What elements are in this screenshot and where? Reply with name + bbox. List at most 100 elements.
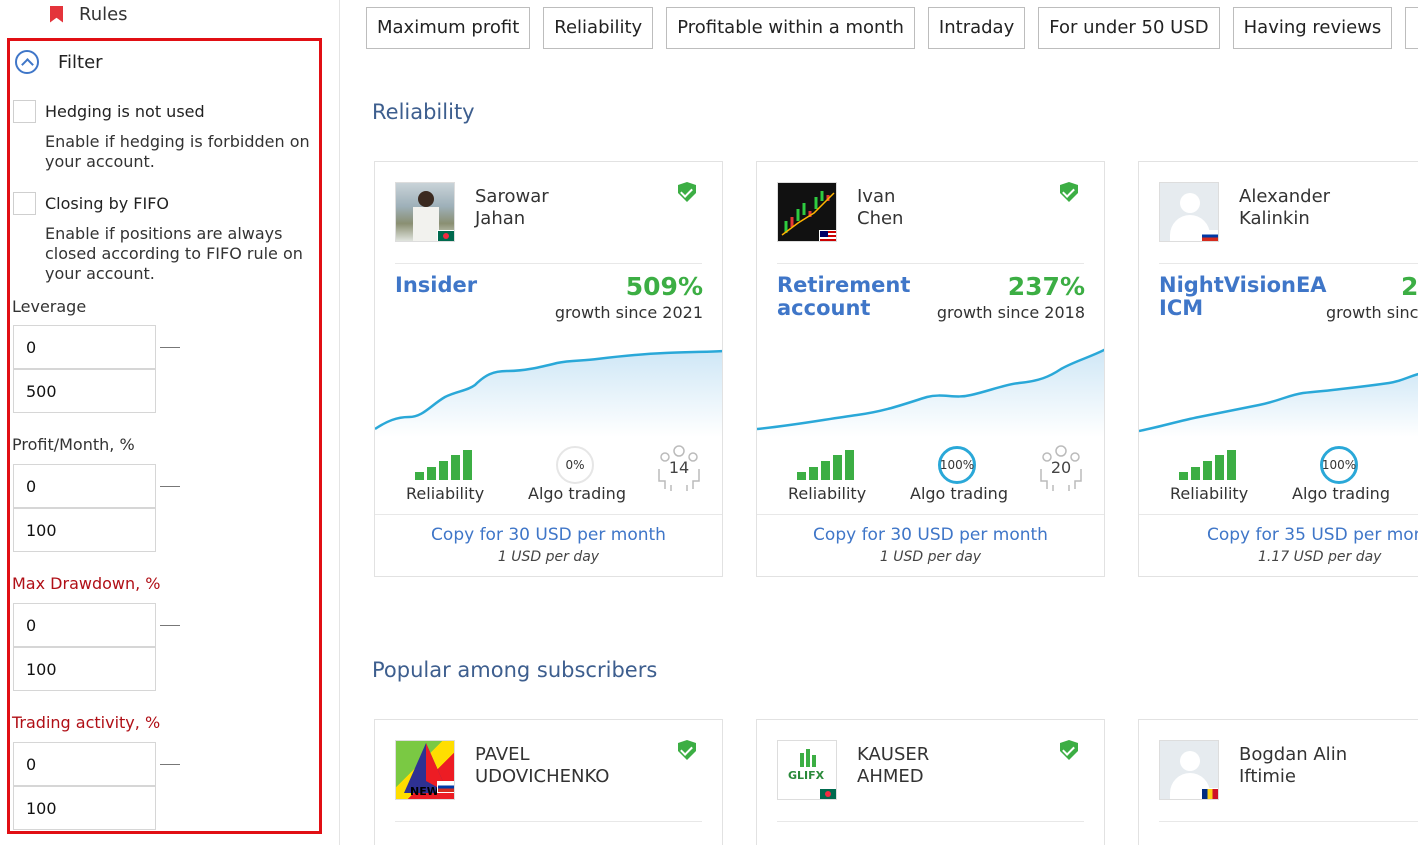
chip-truncated[interactable]: L (1405, 7, 1418, 49)
growth-value: 237% (1007, 272, 1085, 301)
divider (395, 263, 702, 264)
author-name[interactable]: Bogdan Alin Iftimie (1239, 744, 1409, 788)
chip-profitable-month[interactable]: Profitable within a month (666, 7, 915, 49)
algo-trading-label: Algo trading (1292, 484, 1390, 503)
chip-maximum-profit[interactable]: Maximum profit (366, 7, 531, 49)
per-day-price: 1 USD per day (879, 549, 982, 565)
shield-check-icon (1060, 182, 1078, 202)
author-name[interactable]: PAVEL UDOVICHENKO (475, 744, 645, 788)
per-day-price: 1 USD per day (497, 549, 600, 565)
growth-value: 2 (1401, 272, 1418, 301)
subscribers-count: 20 (1050, 458, 1072, 477)
reliability-label: Reliability (1170, 484, 1249, 503)
shield-check-icon (678, 740, 696, 760)
flag-malaysia-icon (819, 230, 836, 241)
author-name[interactable]: Sarowar Jahan (475, 186, 645, 230)
signal-card[interactable]: Bogdan Alin Iftimie (1138, 719, 1418, 845)
chevron-up-circle-icon[interactable] (15, 50, 39, 74)
algo-trading-label: Algo trading (528, 484, 626, 503)
fifo-label: Closing by FIFO (45, 194, 169, 213)
algo-trading-label: Algo trading (910, 484, 1008, 503)
card-footer[interactable]: Copy for 30 USD per month 1 USD per day (375, 514, 722, 576)
range-dash (160, 347, 180, 348)
rules-link[interactable]: Rules (50, 2, 128, 26)
copy-price-link[interactable]: Copy for 30 USD per month (375, 525, 722, 545)
range-dash (160, 486, 180, 487)
hedging-checkbox[interactable] (13, 100, 36, 123)
signal-card[interactable]: GLIFX KAUSER AHMED (756, 719, 1105, 845)
rules-label: Rules (79, 3, 128, 25)
chip-having-reviews[interactable]: Having reviews (1232, 7, 1393, 49)
flag-romania-icon (1201, 788, 1218, 799)
avatar: NEW (395, 740, 455, 800)
signal-name[interactable]: Retirement account (777, 274, 927, 320)
profit-month-label: Profit/Month, % (12, 435, 135, 454)
algo-trading-gauge: 100% (1320, 446, 1358, 484)
quick-filter-chips: Maximum profit Reliability Profitable wi… (366, 7, 1418, 49)
per-day-price: 1.17 USD per day (1258, 549, 1382, 565)
card-footer[interactable]: Copy for 35 USD per month 1.17 USD per d… (1139, 514, 1418, 576)
divider (1159, 263, 1418, 264)
divider (1159, 821, 1418, 822)
growth-chart (375, 349, 722, 437)
fifo-hint: Enable if positions are always closed ac… (45, 224, 303, 283)
shield-check-icon (678, 182, 696, 202)
growth-value: 509% (625, 272, 703, 301)
flag-russia-icon (1201, 230, 1218, 241)
avatar (395, 182, 455, 242)
fifo-checkbox[interactable] (13, 192, 36, 215)
signal-card[interactable]: Sarowar Jahan Insider 509% growth since 2… (374, 161, 723, 577)
signal-name[interactable]: Insider (395, 274, 545, 297)
author-name[interactable]: Alexander Kalinkin (1239, 186, 1409, 230)
avatar-glifx-text: GLIFX (788, 769, 825, 782)
profit-month-max-input[interactable] (13, 508, 156, 552)
people-group-icon: 20 (1037, 445, 1085, 493)
chip-intraday[interactable]: Intraday (927, 7, 1026, 49)
section-title-reliability[interactable]: Reliability (372, 100, 475, 124)
bookmark-icon (50, 5, 63, 23)
author-name[interactable]: KAUSER AHMED (857, 744, 1027, 788)
reliability-label: Reliability (788, 484, 867, 503)
leverage-max-input[interactable] (13, 369, 156, 413)
copy-price-link[interactable]: Copy for 30 USD per month (757, 525, 1104, 545)
divider (777, 821, 1084, 822)
subscribers-count: 14 (668, 458, 690, 477)
algo-trading-gauge: 0% (556, 446, 594, 484)
signal-card[interactable]: Ivan Chen Retirement account 237% growth … (756, 161, 1105, 577)
flag-bangladesh-icon (437, 230, 454, 241)
leverage-label: Leverage (12, 297, 87, 316)
max-drawdown-min-input[interactable] (13, 603, 156, 647)
max-drawdown-max-input[interactable] (13, 647, 156, 691)
avatar-new-text: NEW (410, 785, 439, 798)
filter-sidebar: Rules Filter Hedging is not used Enable … (0, 0, 340, 845)
shield-check-icon (1060, 740, 1078, 760)
author-name[interactable]: Ivan Chen (857, 186, 1027, 230)
card-footer[interactable]: Copy for 30 USD per month 1 USD per day (757, 514, 1104, 576)
signal-card[interactable]: Alexander Kalinkin NightVisionEA ICM 2 gr… (1138, 161, 1418, 577)
signal-bars-icon (415, 448, 477, 480)
leverage-min-input[interactable] (13, 325, 156, 369)
avatar (777, 182, 837, 242)
growth-since: growth since 2018 (936, 303, 1085, 322)
chip-reliability[interactable]: Reliability (543, 7, 654, 49)
chip-under-50[interactable]: For under 50 USD (1038, 7, 1220, 49)
signal-bars-icon (1179, 448, 1241, 480)
trading-activity-max-input[interactable] (13, 786, 156, 830)
signal-bars-icon (797, 448, 859, 480)
range-dash (160, 625, 180, 626)
divider (777, 263, 1084, 264)
signal-card[interactable]: NEW PAVEL UDOVICHENKO (374, 719, 723, 845)
hedging-hint: Enable if hedging is forbidden on your a… (45, 132, 310, 171)
flag-russia-icon (437, 781, 454, 793)
copy-price-link[interactable]: Copy for 35 USD per month (1207, 525, 1418, 545)
filter-header[interactable]: Filter (15, 50, 103, 74)
avatar: GLIFX (777, 740, 837, 800)
profit-month-min-input[interactable] (13, 464, 156, 508)
growth-since: growth sinc (1326, 303, 1418, 322)
growth-since: growth since 2021 (554, 303, 703, 322)
signal-name[interactable]: NightVisionEA ICM (1159, 274, 1327, 320)
trading-activity-min-input[interactable] (13, 742, 156, 786)
section-title-popular[interactable]: Popular among subscribers (372, 658, 657, 682)
filter-title: Filter (58, 51, 103, 73)
filter-panel: Filter Hedging is not used Enable if hed… (7, 38, 322, 834)
